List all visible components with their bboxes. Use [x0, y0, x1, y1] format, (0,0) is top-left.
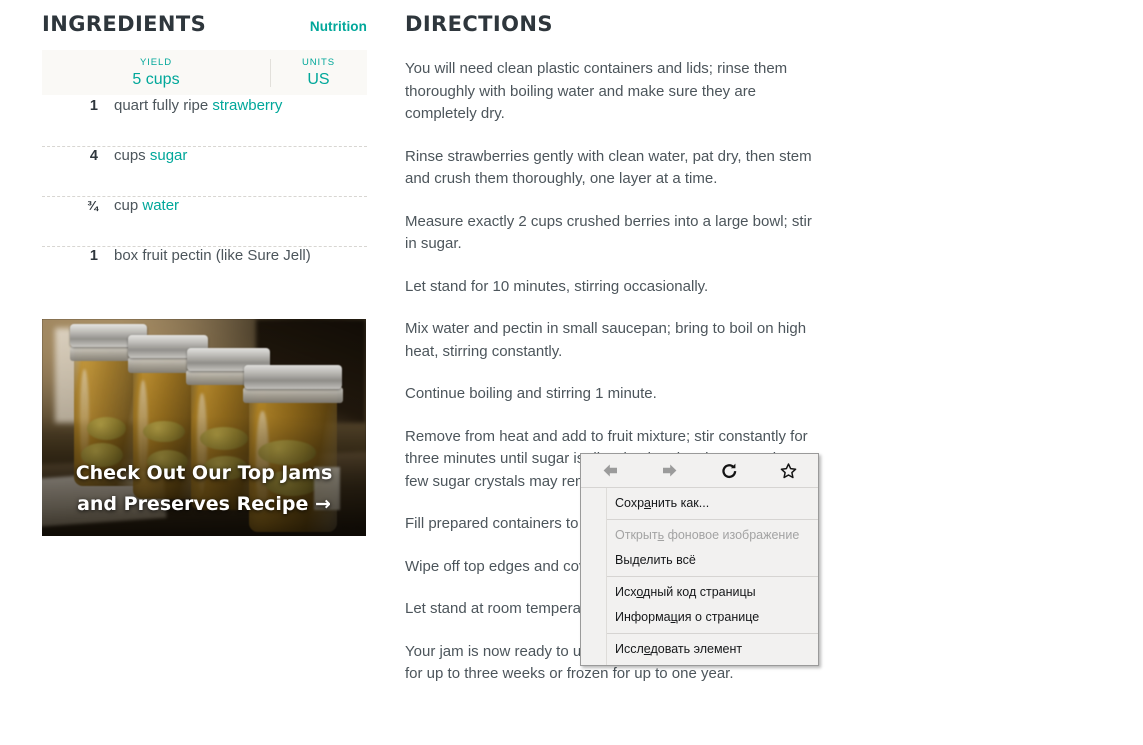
ingredient-link[interactable]: strawberry [212, 97, 282, 114]
menu-item-page-info[interactable]: Информация о странице [581, 605, 818, 630]
ingredient-row: ¾ cup water [42, 197, 367, 247]
context-menu-group: Исследовать элемент [581, 634, 818, 665]
ingredient-quantity: 4 [89, 148, 98, 164]
browser-context-menu[interactable]: Сохранить как... Открыть фоновое изображ… [580, 453, 819, 666]
ingredient-text: cups sugar [114, 147, 187, 164]
ingredients-column: INGREDIENTS Nutrition YIELD 5 cups UNITS… [42, 0, 367, 297]
directions-title: DIRECTIONS [405, 12, 553, 36]
promo-caption: Check Out Our Top Jams and Preserves Rec… [75, 462, 333, 515]
reload-button[interactable] [707, 457, 751, 485]
direction-paragraph: Measure exactly 2 cups crushed berries i… [405, 212, 812, 253]
ingredient-text: box fruit pectin (like Sure Jell) [114, 247, 311, 264]
yield-units-box: YIELD 5 cups UNITS US [42, 50, 367, 95]
menu-item-inspect-element[interactable]: Исследовать элемент [581, 637, 818, 662]
context-menu-nav-bar [581, 454, 818, 488]
promo-card[interactable]: Check Out Our Top Jams and Preserves Rec… [42, 319, 366, 536]
ingredient-text-plain: box fruit pectin (like Sure Jell) [114, 247, 311, 264]
units-label: UNITS [302, 56, 335, 68]
ingredient-row: 1 quart fully ripe strawberry [42, 97, 367, 147]
ingredient-text: quart fully ripe strawberry [114, 97, 282, 114]
arrow-right-icon [661, 463, 678, 478]
ingredient-text: cup water [114, 197, 179, 214]
ingredient-quantity: 1 [89, 98, 98, 114]
menu-item-select-all[interactable]: Выделить всё [581, 548, 818, 573]
direction-paragraph: You will need clean plastic containers a… [405, 60, 788, 122]
ingredient-row: 1 box fruit pectin (like Sure Jell) [42, 247, 367, 297]
ingredient-text-plain: quart fully ripe [114, 97, 213, 114]
ingredient-link[interactable]: sugar [150, 147, 188, 164]
nutrition-link[interactable]: Nutrition [310, 19, 367, 34]
context-menu-icon-gutter [581, 488, 607, 665]
menu-item-open-background-image: Открыть фоновое изображение [615, 528, 800, 542]
ingredients-title: INGREDIENTS [42, 12, 207, 36]
ingredient-quantity: ¾ [42, 198, 114, 214]
forward-button[interactable] [648, 457, 692, 485]
menu-item-save-as[interactable]: Сохранить как... [581, 491, 818, 516]
direction-paragraph: Continue boiling and stirring 1 minute. [405, 385, 657, 402]
ingredient-quantity: 1 [89, 248, 98, 264]
back-button[interactable] [589, 457, 633, 485]
ingredient-text-plain: cups [114, 147, 150, 164]
recipe-page: INGREDIENTS Nutrition YIELD 5 cups UNITS… [0, 0, 1143, 745]
context-menu-items: Сохранить как... Открыть фоновое изображ… [581, 488, 818, 665]
context-menu-group: Исходный код страницы Информация о стран… [581, 577, 818, 634]
bookmark-button[interactable] [766, 457, 810, 485]
ingredients-header: INGREDIENTS Nutrition [42, 0, 367, 38]
ingredient-row: 4 cups sugar [42, 147, 367, 197]
direction-paragraph: Rinse strawberries gently with clean wat… [405, 147, 812, 188]
yield-cell[interactable]: YIELD 5 cups [42, 55, 270, 91]
star-icon [780, 462, 797, 479]
units-cell[interactable]: UNITS US [270, 55, 367, 91]
menu-item-view-page-source[interactable]: Исходный код страницы [581, 580, 818, 605]
arrow-left-icon [602, 463, 619, 478]
units-value: US [307, 70, 330, 88]
yield-label: YIELD [140, 56, 172, 68]
context-menu-group: Сохранить как... [581, 488, 818, 520]
yield-value: 5 cups [132, 70, 180, 88]
ingredient-quantity-fraction: ¾ [87, 198, 98, 213]
ingredients-list: 1 quart fully ripe strawberry 4 cups sug… [42, 97, 367, 297]
direction-paragraph: Mix water and pectin in small saucepan; … [405, 320, 807, 360]
reload-icon [721, 463, 738, 479]
ingredient-text-plain: cup [114, 197, 143, 214]
ingredient-link[interactable]: water [142, 197, 179, 214]
context-menu-group: Открыть фоновое изображение Выделить всё [581, 520, 818, 577]
direction-paragraph: Let stand for 10 minutes, stirring occas… [405, 277, 709, 295]
